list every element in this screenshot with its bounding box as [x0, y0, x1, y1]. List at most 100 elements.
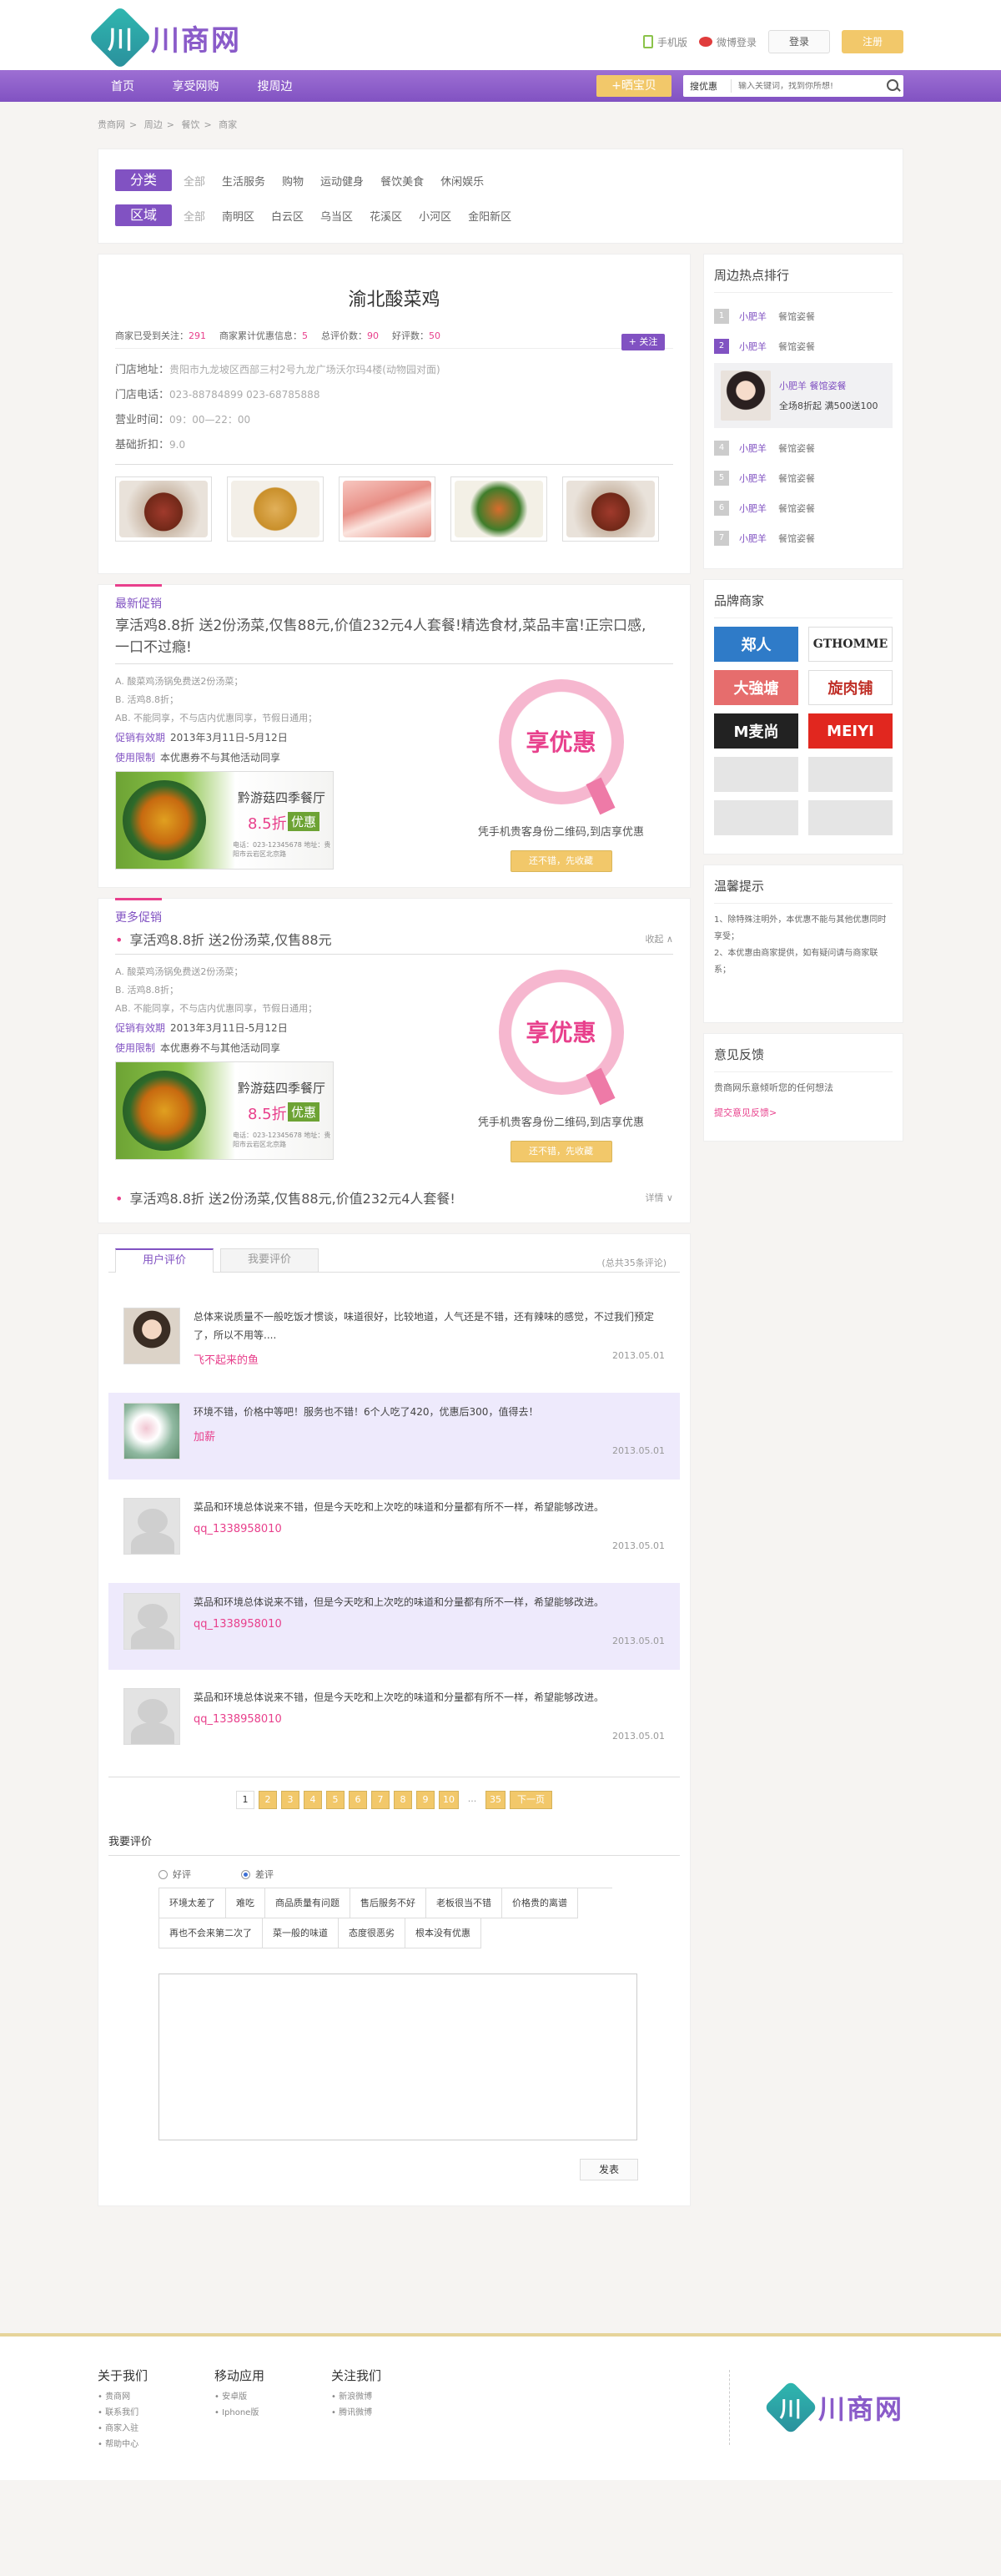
brand-logo[interactable]: GTHOMME — [808, 627, 893, 662]
avatar[interactable] — [123, 1498, 180, 1555]
collect-button[interactable]: 还不错，先收藏 — [510, 850, 612, 872]
breadcrumb-item[interactable]: 贵商网 — [98, 119, 125, 130]
footer-link[interactable]: • 安卓版 — [214, 2389, 331, 2405]
radio-good[interactable]: 好评 — [158, 1868, 191, 1881]
area-item[interactable]: 金阳新区 — [468, 208, 511, 224]
nav-item-home[interactable]: 首页 — [98, 78, 156, 94]
tab-write-review[interactable]: 我要评价 — [220, 1248, 319, 1272]
site-logo[interactable]: 川 川商网 — [88, 5, 241, 70]
category-item[interactable]: 餐饮美食 — [380, 173, 424, 189]
review-tag[interactable]: 环境太差了 — [159, 1888, 226, 1918]
reviewer-name[interactable]: 加薪 — [194, 1428, 661, 1444]
footer-link[interactable]: • 贵商网 — [98, 2389, 214, 2405]
hot-item[interactable]: 1 小肥羊 餐馆姿餐 — [714, 301, 893, 331]
register-button[interactable]: 注册 — [842, 30, 903, 53]
page-button[interactable]: 4 — [304, 1791, 322, 1809]
review-tag[interactable]: 再也不会来第二次了 — [159, 1918, 263, 1948]
search-icon[interactable] — [883, 76, 903, 96]
breadcrumb-item[interactable]: 周边 — [144, 119, 163, 130]
page-button[interactable]: 5 — [326, 1791, 345, 1809]
avatar[interactable] — [123, 1593, 180, 1650]
hot-card[interactable]: 小肥羊 餐馆姿餐 全场8折起 满500送100 — [714, 363, 893, 428]
hot-item[interactable]: 4 小肥羊 餐馆姿餐 — [714, 433, 893, 463]
avatar[interactable] — [123, 1403, 180, 1459]
page-button[interactable]: 6 — [349, 1791, 367, 1809]
brand-logo[interactable]: 大強塘 — [714, 670, 798, 705]
next-page-button[interactable]: 下一页 — [510, 1791, 552, 1809]
follow-button[interactable]: + 关注 — [621, 334, 665, 350]
shop-photo[interactable] — [450, 476, 547, 542]
reviewer-name[interactable]: qq_1338958010 — [194, 1523, 661, 1535]
nav-item-shopping[interactable]: 享受网购 — [156, 78, 235, 94]
page-button[interactable]: 10 — [439, 1791, 459, 1809]
review-textarea[interactable] — [158, 1974, 637, 2140]
area-item[interactable]: 白云区 — [271, 208, 304, 224]
review-tag[interactable]: 根本没有优惠 — [405, 1918, 481, 1948]
hot-item[interactable]: 7 小肥羊 餐馆姿餐 — [714, 523, 893, 553]
shop-photo[interactable] — [562, 476, 659, 542]
submit-button[interactable]: 发表 — [580, 2159, 638, 2180]
footer-link[interactable]: • 商家入驻 — [98, 2421, 214, 2437]
review-tag[interactable]: 态度很恶劣 — [339, 1918, 405, 1948]
category-item[interactable]: 生活服务 — [222, 173, 265, 189]
review-tag[interactable]: 售后服务不好 — [350, 1888, 426, 1918]
review-tag[interactable]: 价格贵的离谱 — [502, 1888, 578, 1918]
page-button[interactable]: 8 — [394, 1791, 412, 1809]
category-item[interactable]: 运动健身 — [320, 173, 364, 189]
area-item[interactable]: 乌当区 — [320, 208, 353, 224]
area-item[interactable]: 全部 — [184, 208, 205, 224]
page-button[interactable]: 3 — [281, 1791, 299, 1809]
page-button[interactable]: 9 — [416, 1791, 435, 1809]
nav-item-nearby[interactable]: 搜周边 — [235, 78, 314, 94]
weibo-login-link[interactable]: 微博登录 — [698, 35, 757, 49]
brand-logo[interactable]: 郑人 — [714, 627, 798, 662]
brand-logo[interactable]: 旋肉铺 — [808, 670, 893, 705]
page-button-last[interactable]: 35 — [485, 1791, 506, 1809]
avatar[interactable] — [123, 1308, 180, 1364]
shop-photo[interactable] — [339, 476, 435, 542]
radio-bad[interactable]: 差评 — [241, 1868, 274, 1881]
collect-button[interactable]: 还不错，先收藏 — [510, 1141, 612, 1162]
footer-logo[interactable]: 川 川商网 — [728, 2370, 903, 2445]
area-item[interactable]: 花溪区 — [370, 208, 402, 224]
collapse-toggle[interactable]: 收起 ∧ — [645, 932, 673, 945]
reviewer-name[interactable]: qq_1338958010 — [194, 1713, 661, 1726]
reviewer-name[interactable]: qq_1338958010 — [194, 1618, 661, 1631]
page-button[interactable]: 7 — [371, 1791, 390, 1809]
promo-banner[interactable]: 黔游菇四季餐厅 8.5折 优惠 电话：023-12345678 地址：贵阳市云岩… — [115, 1061, 334, 1160]
feedback-link[interactable]: 提交意见反馈> — [714, 1106, 893, 1119]
detail-toggle[interactable]: 详情 ∨ — [645, 1191, 673, 1204]
area-item[interactable]: 南明区 — [222, 208, 254, 224]
category-item[interactable]: 休闲娱乐 — [440, 173, 484, 189]
hot-item[interactable]: 6 小肥羊 餐馆姿餐 — [714, 493, 893, 523]
search-input[interactable] — [732, 81, 883, 91]
login-button[interactable]: 登录 — [768, 30, 830, 53]
breadcrumb-item[interactable]: 餐饮 — [181, 119, 199, 130]
footer-link[interactable]: • 新浪微博 — [331, 2389, 448, 2405]
search-type-select[interactable]: 搜优惠 — [683, 79, 732, 93]
footer-link[interactable]: • Iphone版 — [214, 2405, 331, 2421]
shop-photo[interactable] — [115, 476, 212, 542]
tab-user-reviews[interactable]: 用户评价 — [115, 1248, 214, 1273]
footer-link[interactable]: • 联系我们 — [98, 2405, 214, 2421]
shop-photo[interactable] — [227, 476, 324, 542]
brand-logo[interactable]: M麦尚 — [714, 713, 798, 749]
footer-link[interactable]: • 腾讯微博 — [331, 2405, 448, 2421]
page-button[interactable]: 2 — [259, 1791, 277, 1809]
page-button[interactable]: 1 — [236, 1791, 254, 1809]
avatar[interactable] — [123, 1688, 180, 1745]
brand-logo[interactable]: MEIYI — [808, 713, 893, 749]
review-tag[interactable]: 商品质量有问题 — [265, 1888, 350, 1918]
category-item[interactable]: 全部 — [184, 173, 205, 189]
area-item[interactable]: 小河区 — [419, 208, 451, 224]
share-treasure-button[interactable]: +晒宝贝 — [596, 75, 672, 97]
category-item[interactable]: 购物 — [282, 173, 304, 189]
mobile-version-link[interactable]: 手机版 — [642, 35, 687, 49]
review-tag[interactable]: 难吃 — [226, 1888, 265, 1918]
promo-banner[interactable]: 黔游菇四季餐厅 8.5折 优惠 电话：023-12345678 地址：贵阳市云岩… — [115, 771, 334, 870]
footer-link[interactable]: • 帮助中心 — [98, 2437, 214, 2452]
hot-item[interactable]: 5 小肥羊 餐馆姿餐 — [714, 463, 893, 493]
hot-item[interactable]: 2 小肥羊 餐馆姿餐 — [714, 331, 893, 361]
reviewer-name[interactable]: 飞不起来的鱼 — [194, 1351, 661, 1367]
review-tag[interactable]: 菜一般的味道 — [263, 1918, 339, 1948]
